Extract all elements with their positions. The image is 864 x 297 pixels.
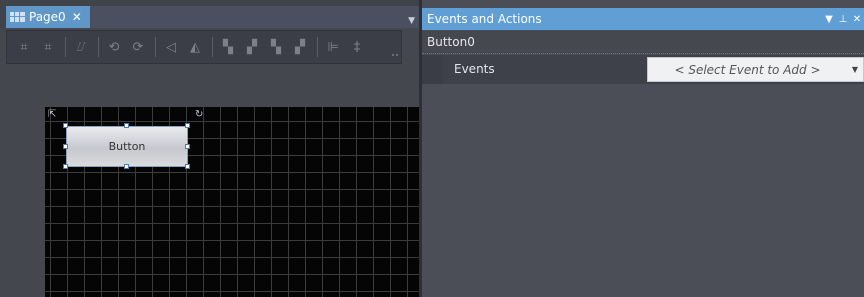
event-select-dropdown[interactable]: < Select Event to Add > ▼ — [647, 57, 864, 82]
events-row: Events < Select Event to Add > ▼ — [422, 55, 864, 84]
align-center-icon[interactable]: ‡ — [346, 36, 368, 58]
selection-handle[interactable] — [63, 123, 68, 128]
rotate-right-icon[interactable]: ⟳ — [127, 36, 149, 58]
event-select-value: < Select Event to Add > — [674, 62, 821, 77]
pin-icon[interactable]: ⊥ — [836, 14, 850, 25]
selection-handle[interactable] — [63, 164, 68, 169]
toolbar-separator — [98, 37, 99, 57]
flip-horizontal-icon[interactable]: ◭ — [184, 36, 206, 58]
align-left-icon[interactable]: ⊫ — [322, 36, 344, 58]
toolbar-separator — [65, 37, 66, 57]
shape-edit-icon[interactable]: ⌰ — [70, 36, 92, 58]
toolbar-grip[interactable] — [392, 54, 398, 60]
row-gutter — [422, 55, 443, 84]
close-icon[interactable]: ✕ — [850, 14, 864, 25]
page-editor-panel: Page0 ✕ ▼ ⌗ ⌗ ⌰ ⟲ ⟳ ◁ ◭ ▚ ▞ ▚ ▞ ⊫ ‡ ⇱ ↻ … — [0, 0, 419, 297]
bring-to-front-icon[interactable]: ▚ — [217, 36, 239, 58]
tab-label: Page0 — [29, 10, 66, 24]
bring-forward-icon[interactable]: ▞ — [241, 36, 263, 58]
selection-handle[interactable] — [185, 144, 190, 149]
toolbar-separator — [212, 37, 213, 57]
panel-title-bar: Events and Actions ▼ ⊥ ✕ — [422, 8, 864, 30]
send-to-back-icon[interactable]: ▞ — [289, 36, 311, 58]
layout-toolbar: ⌗ ⌗ ⌰ ⟲ ⟳ ◁ ◭ ▚ ▞ ▚ ▞ ⊫ ‡ — [6, 30, 402, 64]
tab-strip: ▼ — [90, 6, 419, 28]
selected-object-name: Button0 — [422, 31, 864, 54]
send-backward-icon[interactable]: ▚ — [265, 36, 287, 58]
tab-bar: Page0 ✕ ▼ — [0, 0, 419, 28]
selection-handle[interactable] — [124, 123, 129, 128]
ungroup-icon[interactable]: ⌗ — [37, 36, 59, 58]
close-icon[interactable]: ✕ — [72, 10, 82, 24]
events-label: Events — [454, 62, 495, 76]
chevron-down-icon[interactable]: ▼ — [847, 65, 863, 74]
canvas-button-object[interactable]: Button — [66, 126, 188, 167]
chevron-down-icon[interactable]: ▼ — [822, 14, 836, 25]
selection-handle[interactable] — [185, 123, 190, 128]
rotate-left-icon[interactable]: ⟲ — [103, 36, 125, 58]
toolbar-separator — [155, 37, 156, 57]
resize-corner-icon[interactable]: ⇱ — [48, 110, 58, 120]
tab-page0[interactable]: Page0 ✕ — [6, 6, 90, 28]
events-actions-panel: Events and Actions ▼ ⊥ ✕ Button0 Events … — [422, 0, 864, 297]
rotate-handle-icon[interactable]: ↻ — [195, 110, 205, 120]
selection-handle[interactable] — [185, 164, 190, 169]
chevron-down-icon[interactable]: ▼ — [408, 16, 415, 26]
flip-vertical-icon[interactable]: ◁ — [160, 36, 182, 58]
panel-title: Events and Actions — [427, 12, 542, 26]
grid-page-icon — [10, 12, 25, 22]
selection-handle[interactable] — [124, 164, 129, 169]
selection-handle[interactable] — [63, 144, 68, 149]
toolbar-separator — [317, 37, 318, 57]
group-icon[interactable]: ⌗ — [13, 36, 35, 58]
canvas-button-label: Button — [108, 140, 146, 153]
